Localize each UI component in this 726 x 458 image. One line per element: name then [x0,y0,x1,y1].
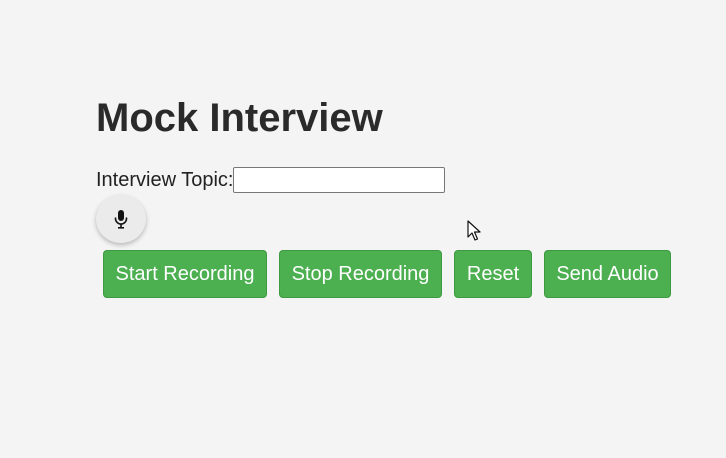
mouse-cursor-icon [467,220,481,241]
page-title: Mock Interview [96,96,383,140]
interview-topic-input[interactable] [233,167,446,193]
microphone-button[interactable] [96,195,146,243]
interview-topic-label: Interview Topic: [96,169,234,191]
page: Mock Interview Interview Topic: Start Re… [0,0,726,458]
send-audio-button[interactable]: Send Audio [544,250,671,298]
reset-button[interactable]: Reset [454,250,532,298]
start-recording-button[interactable]: Start Recording [103,250,267,298]
interview-topic-row: Interview Topic: [96,166,446,194]
stop-recording-button[interactable]: Stop Recording [279,250,442,298]
microphone-icon [114,210,128,229]
